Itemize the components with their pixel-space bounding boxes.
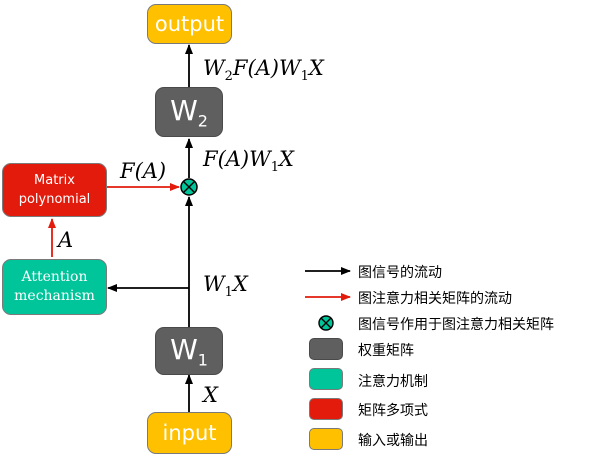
w2-node: W2 (155, 87, 223, 137)
w2-label: W2 (170, 93, 208, 131)
output-label: output (154, 12, 225, 36)
output-node: output (147, 4, 232, 44)
legend-label-attention: 注意力机制 (358, 374, 428, 390)
attention-label-line2: mechanism (14, 288, 95, 304)
legend-label-signal-flow: 图信号的流动 (358, 265, 442, 281)
attention-mechanism-node: Attention mechanism (2, 259, 107, 315)
legend-label-otimes: 图信号作用于图注意力相关矩阵 (358, 317, 554, 333)
legend-label-io: 输入或输出 (358, 433, 428, 449)
label-fa-w1x: F(A)W1X (203, 147, 294, 176)
legend-swatch-weight (309, 338, 343, 360)
label-fa: F(A) (120, 159, 167, 183)
label-w1x: W1X (203, 272, 248, 301)
label-a: A (58, 228, 74, 252)
otimes-node (180, 178, 198, 196)
legend-otimes-icon (318, 315, 334, 331)
label-w2-fa-w1x: W2F(A)W1X (203, 56, 324, 85)
attention-label-line1: Attention (21, 269, 88, 285)
legend-label-matrix: 矩阵多项式 (358, 403, 428, 419)
input-label: input (162, 421, 217, 445)
matrix-polynomial-node: Matrix polynomial (2, 163, 107, 217)
legend-label-weight: 权重矩阵 (358, 343, 414, 359)
legend-swatch-attention (309, 368, 343, 390)
legend-label-attention-flow: 图注意力相关矩阵的流动 (358, 291, 512, 307)
label-x: X (203, 383, 218, 407)
matrix-label-line1: Matrix (34, 173, 75, 188)
input-node: input (147, 412, 232, 454)
legend-swatch-matrix (309, 398, 343, 420)
legend-swatch-io (309, 428, 343, 450)
matrix-label-line2: polynomial (18, 192, 91, 207)
w1-node: W1 (155, 327, 223, 375)
w1-label: W1 (170, 332, 208, 370)
